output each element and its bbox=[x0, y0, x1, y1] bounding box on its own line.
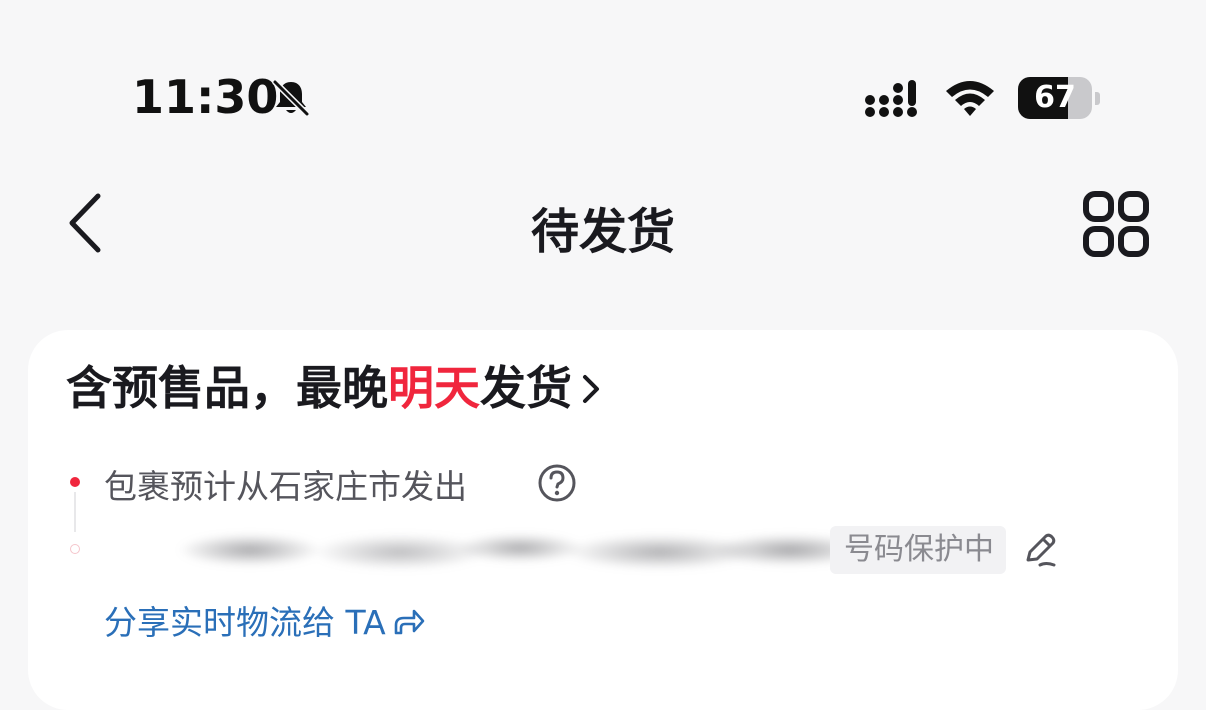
shipping-headline[interactable]: 含预售品，最晚明天发货 bbox=[66, 352, 602, 418]
share-arrow-icon bbox=[394, 609, 424, 635]
share-logistics-link[interactable]: 分享实时物流给 TA bbox=[104, 596, 426, 644]
timeline-dot-destination bbox=[70, 544, 80, 554]
status-time: 11:30 bbox=[132, 70, 279, 124]
address-blurred bbox=[100, 522, 840, 584]
status-bar: 11:30 67 bbox=[0, 0, 1206, 150]
page-title: 待发货 bbox=[530, 204, 675, 260]
question-circle-icon[interactable] bbox=[537, 463, 577, 503]
pencil-icon[interactable] bbox=[1020, 530, 1060, 570]
battery-percent: 67 bbox=[1034, 80, 1076, 115]
grid-four-icon[interactable] bbox=[1082, 190, 1150, 258]
headline-highlight: 明天 bbox=[388, 361, 480, 415]
headline-suffix: 发货 bbox=[480, 361, 572, 415]
origin-text: 包裹预计从石家庄市发出 bbox=[104, 467, 467, 506]
timeline-line bbox=[74, 492, 76, 532]
battery-body: 67 bbox=[1018, 77, 1092, 119]
battery-icon: 67 bbox=[1018, 77, 1100, 119]
chevron-right-icon bbox=[583, 375, 599, 403]
wifi-icon bbox=[946, 81, 994, 116]
privacy-badge: 号码保护中 bbox=[830, 526, 1006, 574]
nav-bar: 待发货 bbox=[0, 170, 1206, 280]
headline-prefix: 含预售品，最晚 bbox=[66, 361, 388, 415]
bell-slash-icon bbox=[272, 79, 310, 117]
share-link-label: 分享实时物流给 TA bbox=[104, 603, 386, 642]
timeline-dot-active bbox=[70, 477, 80, 487]
battery-nub bbox=[1095, 92, 1100, 105]
cellular-signal-icon bbox=[865, 80, 917, 117]
